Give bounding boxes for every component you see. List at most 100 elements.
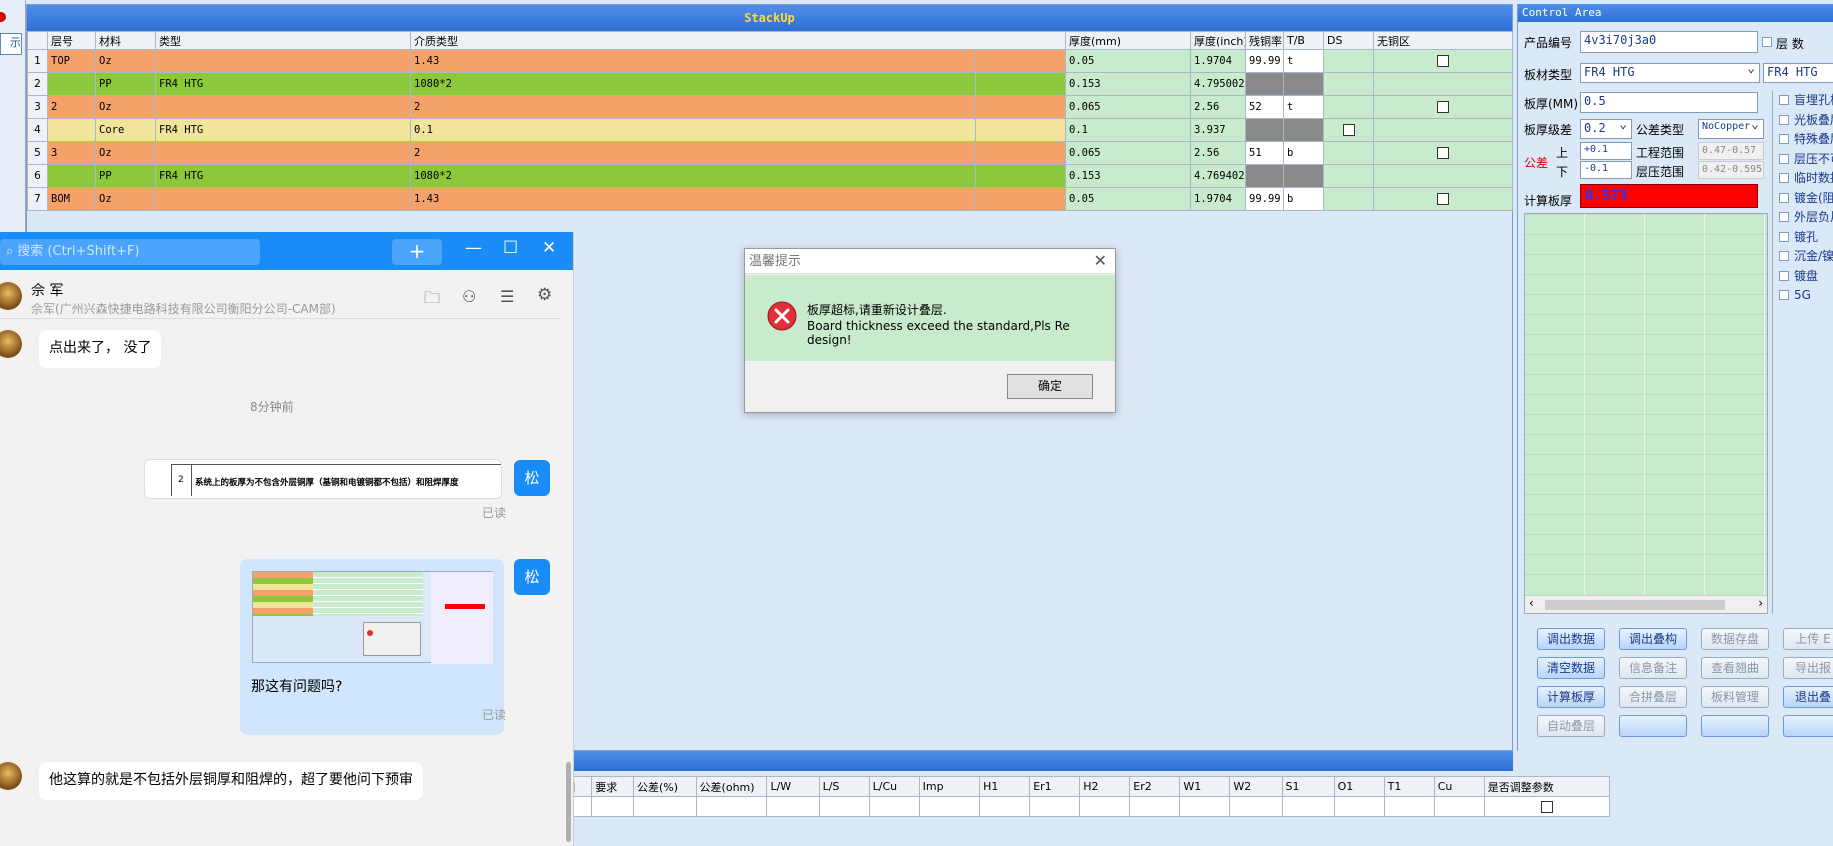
- cell-inch[interactable]: 1.9704: [1190, 187, 1246, 211]
- cell-inch[interactable]: 1.9704: [1190, 49, 1246, 73]
- impedance-cell[interactable]: [979, 796, 1031, 817]
- impedance-header-cell[interactable]: 公差(%): [632, 776, 697, 797]
- impedance-cell[interactable]: [818, 796, 870, 817]
- image-message-bubble[interactable]: 那这有问题吗?: [240, 559, 504, 735]
- cell-blank[interactable]: [975, 164, 1066, 188]
- control-button[interactable]: 查看翘曲: [1701, 657, 1769, 679]
- row-number[interactable]: 7: [27, 187, 48, 211]
- nocu-checkbox[interactable]: [1437, 55, 1449, 67]
- layers-checkbox[interactable]: [1762, 37, 1772, 47]
- sender-avatar-1[interactable]: 松: [514, 460, 550, 496]
- cell-dielectric[interactable]: 2: [410, 141, 976, 165]
- cell-nocu[interactable]: [1373, 72, 1513, 96]
- cell-cu[interactable]: [1245, 72, 1284, 96]
- stackup-header-cell[interactable]: T/B: [1283, 31, 1324, 50]
- option-checkbox[interactable]: 镀盘: [1773, 267, 1833, 287]
- cell-mm[interactable]: 0.065: [1065, 141, 1191, 165]
- control-button[interactable]: [1701, 715, 1769, 737]
- stackup-row[interactable]: 5 3 Oz 2 0.065 2.56 51 b: [27, 141, 1513, 165]
- cell-type[interactable]: FR4 HTG: [155, 72, 411, 96]
- cell-layer[interactable]: BOM: [47, 187, 96, 211]
- minimize-icon[interactable]: —: [465, 238, 482, 258]
- close-icon[interactable]: ✕: [542, 238, 556, 258]
- stackup-header-cell[interactable]: 材料: [95, 31, 156, 50]
- impedance-header-cell[interactable]: H2: [1079, 776, 1131, 797]
- stackup-header-cell[interactable]: DS: [1323, 31, 1374, 50]
- stackup-header-cell[interactable]: 层号: [47, 31, 96, 50]
- option-checkbox[interactable]: 盲埋孔板: [1773, 91, 1833, 111]
- cell-blank[interactable]: [975, 187, 1066, 211]
- impedance-cell[interactable]: [1129, 796, 1181, 817]
- control-button[interactable]: 信息备注: [1619, 657, 1687, 679]
- impedance-header-cell[interactable]: L/W: [766, 776, 820, 797]
- stackup-row[interactable]: 3 2 Oz 2 0.065 2.56 52 t: [27, 95, 1513, 119]
- cell-cu[interactable]: 99.99: [1245, 49, 1284, 73]
- nocu-checkbox[interactable]: [1437, 101, 1449, 113]
- impedance-header-cell[interactable]: H1: [979, 776, 1031, 797]
- cell-mat[interactable]: PP: [95, 72, 156, 96]
- checkbox-icon[interactable]: [1779, 192, 1789, 203]
- cell-type[interactable]: [155, 141, 411, 165]
- folder-icon[interactable]: 🗀: [424, 287, 440, 314]
- control-button[interactable]: 自动叠层: [1537, 715, 1605, 737]
- stackup-header-cell[interactable]: 介质类型: [410, 31, 1066, 50]
- cell-mm[interactable]: 0.065: [1065, 95, 1191, 119]
- stackup-row[interactable]: 1 TOP Oz 1.43 0.05 1.9704 99.99 t: [27, 49, 1513, 73]
- cell-tb[interactable]: b: [1283, 187, 1324, 211]
- cell-type[interactable]: [155, 187, 411, 211]
- cell-type[interactable]: [155, 95, 411, 119]
- cell-ds[interactable]: [1323, 164, 1374, 188]
- cell-mm[interactable]: 0.1: [1065, 118, 1191, 142]
- impedance-cell[interactable]: [766, 796, 820, 817]
- impedance-cell[interactable]: [1433, 796, 1485, 817]
- cell-cu[interactable]: 51: [1245, 141, 1284, 165]
- left-tab[interactable]: 示: [0, 33, 22, 55]
- checkbox-icon[interactable]: [1779, 212, 1789, 222]
- impedance-header-cell[interactable]: Er2: [1129, 776, 1181, 797]
- impedance-header-cell[interactable]: Er1: [1029, 776, 1081, 797]
- cell-tb[interactable]: [1283, 164, 1324, 188]
- scroll-left-icon[interactable]: ‹: [1529, 596, 1534, 610]
- checkbox-icon[interactable]: [1779, 270, 1789, 281]
- cell-cu[interactable]: [1245, 164, 1284, 188]
- cell-cu[interactable]: 52: [1245, 95, 1284, 119]
- cell-cu[interactable]: 99.99: [1245, 187, 1284, 211]
- cell-dielectric[interactable]: 0.1: [410, 118, 976, 142]
- row-number[interactable]: 3: [27, 95, 48, 119]
- impedance-cell[interactable]: [1029, 796, 1081, 817]
- cell-cu[interactable]: [1245, 118, 1284, 142]
- scroll-thumb[interactable]: [1545, 600, 1725, 610]
- row-number[interactable]: 4: [27, 118, 48, 142]
- checkbox-icon[interactable]: [1779, 114, 1789, 125]
- cell-layer[interactable]: 3: [47, 141, 96, 165]
- cell-ds[interactable]: [1323, 118, 1374, 142]
- material-select-2[interactable]: FR4 HTG: [1763, 63, 1833, 83]
- cell-blank[interactable]: [975, 72, 1066, 96]
- add-button[interactable]: +: [392, 239, 442, 265]
- cell-tb[interactable]: t: [1283, 49, 1324, 73]
- history-icon[interactable]: ☰: [500, 287, 514, 306]
- cell-mm[interactable]: 0.153: [1065, 164, 1191, 188]
- cell-nocu[interactable]: [1373, 95, 1513, 119]
- row-number[interactable]: 2: [27, 72, 48, 96]
- impedance-header-cell[interactable]: L/S: [818, 776, 870, 797]
- control-button[interactable]: 调出叠构: [1619, 628, 1687, 650]
- stackup-row[interactable]: 6PPFR4 HTG1080*20.1534.76940296|66.3*2: [27, 164, 1513, 188]
- dialog-close-icon[interactable]: ✕: [1094, 251, 1107, 270]
- cell-ds[interactable]: [1323, 72, 1374, 96]
- cell-type[interactable]: FR4 HTG: [155, 164, 411, 188]
- stackup-row[interactable]: 4CoreFR4 HTG0.10.13.937106*2|RTF: [27, 118, 1513, 142]
- cell-mm[interactable]: 0.05: [1065, 187, 1191, 211]
- cell-blank[interactable]: [975, 95, 1066, 119]
- sender-avatar-2[interactable]: 松: [514, 559, 550, 595]
- control-button[interactable]: [1783, 715, 1833, 737]
- cell-inch[interactable]: 2.56: [1190, 141, 1246, 165]
- impedance-header-cell[interactable]: Imp: [918, 776, 981, 797]
- impedance-cell[interactable]: [1333, 796, 1385, 817]
- stackup-row[interactable]: 2PPFR4 HTG1080*20.1534.79500296|66.3*2: [27, 72, 1513, 96]
- row-number[interactable]: 6: [27, 164, 48, 188]
- control-button[interactable]: 合拼叠层: [1619, 686, 1687, 708]
- impedance-cell[interactable]: [1179, 796, 1231, 817]
- cell-blank[interactable]: [975, 49, 1066, 73]
- checkbox-icon[interactable]: [1779, 134, 1789, 144]
